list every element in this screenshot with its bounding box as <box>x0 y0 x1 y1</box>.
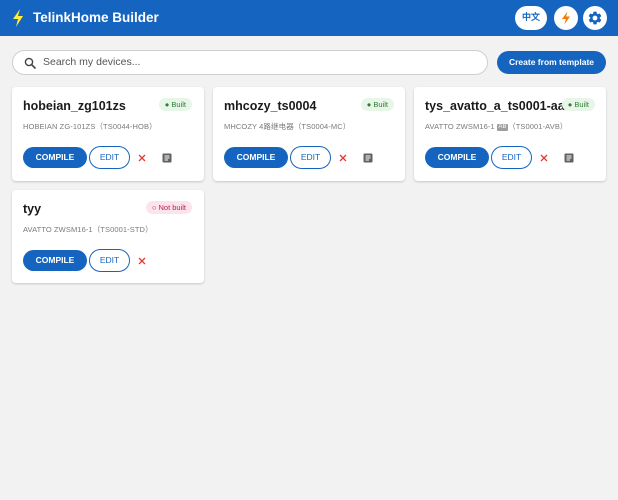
device-card: tyy ○ Not built AVATTO ZWSM16-1（TS0001-S… <box>12 190 204 283</box>
device-name: tyy <box>23 202 42 216</box>
status-badge: ● Built <box>561 98 595 111</box>
app-title: TelinkHome Builder <box>33 10 159 25</box>
gear-icon <box>588 11 602 25</box>
status-badge: ○ Not built <box>145 201 192 214</box>
device-model: HOBEIAN ZG-101ZS（TS0044-HOB） <box>23 122 157 131</box>
document-icon <box>363 153 373 163</box>
build-log-button[interactable] <box>362 152 374 164</box>
compile-button[interactable]: COMPILE <box>23 147 87 168</box>
settings-button[interactable] <box>583 6 607 30</box>
status-badge: ● Built <box>360 98 394 111</box>
document-icon <box>564 153 574 163</box>
search-placeholder: Search my devices... <box>43 56 141 68</box>
device-card: mhcozy_ts0004 ● Built MHCOZY 4路继电器（TS000… <box>213 87 405 181</box>
close-icon <box>339 154 347 162</box>
app-bar: TelinkHome Builder 中文 <box>0 0 618 36</box>
edit-button[interactable]: EDIT <box>491 146 532 169</box>
device-name: tys_avatto_a_ts0001-aa <box>425 99 565 113</box>
flash-button[interactable] <box>554 6 578 30</box>
edit-button[interactable]: EDIT <box>89 249 130 272</box>
delete-button[interactable] <box>135 254 149 268</box>
device-card: tys_avatto_a_ts0001-aa ● Built AVATTO ZW… <box>414 87 606 181</box>
search-input[interactable]: Search my devices... <box>12 50 488 75</box>
compile-button[interactable]: COMPILE <box>425 147 489 168</box>
device-name: mhcozy_ts0004 <box>224 99 317 113</box>
compile-button[interactable]: COMPILE <box>224 147 288 168</box>
language-toggle-button[interactable]: 中文 <box>515 6 547 30</box>
search-icon <box>24 57 36 69</box>
device-model: MHCOZY 4路继电器（TS0004-MC） <box>224 122 351 131</box>
delete-button[interactable] <box>135 151 149 165</box>
document-icon <box>162 153 172 163</box>
device-model: AVATTO ZWSM16-1（TS0001-STD） <box>23 225 153 234</box>
device-name: hobeian_zg101zs <box>23 99 126 113</box>
delete-button[interactable] <box>537 151 551 165</box>
compile-button[interactable]: COMPILE <box>23 250 87 271</box>
device-model: AVATTO ZWSM16-1 AB （TS0001-AVB） <box>425 122 568 131</box>
close-icon <box>138 154 146 162</box>
model-variant-chip: AB <box>497 124 508 131</box>
create-from-template-button[interactable]: Create from template <box>497 51 606 74</box>
edit-button[interactable]: EDIT <box>290 146 331 169</box>
close-icon <box>138 257 146 265</box>
lightning-bolt-icon <box>13 9 23 27</box>
status-badge: ● Built <box>158 98 192 111</box>
device-card: hobeian_zg101zs ● Built HOBEIAN ZG-101ZS… <box>12 87 204 181</box>
edit-button[interactable]: EDIT <box>89 146 130 169</box>
build-log-button[interactable] <box>563 152 575 164</box>
build-log-button[interactable] <box>161 152 173 164</box>
delete-button[interactable] <box>336 151 350 165</box>
lightning-bolt-icon <box>562 11 570 25</box>
close-icon <box>540 154 548 162</box>
